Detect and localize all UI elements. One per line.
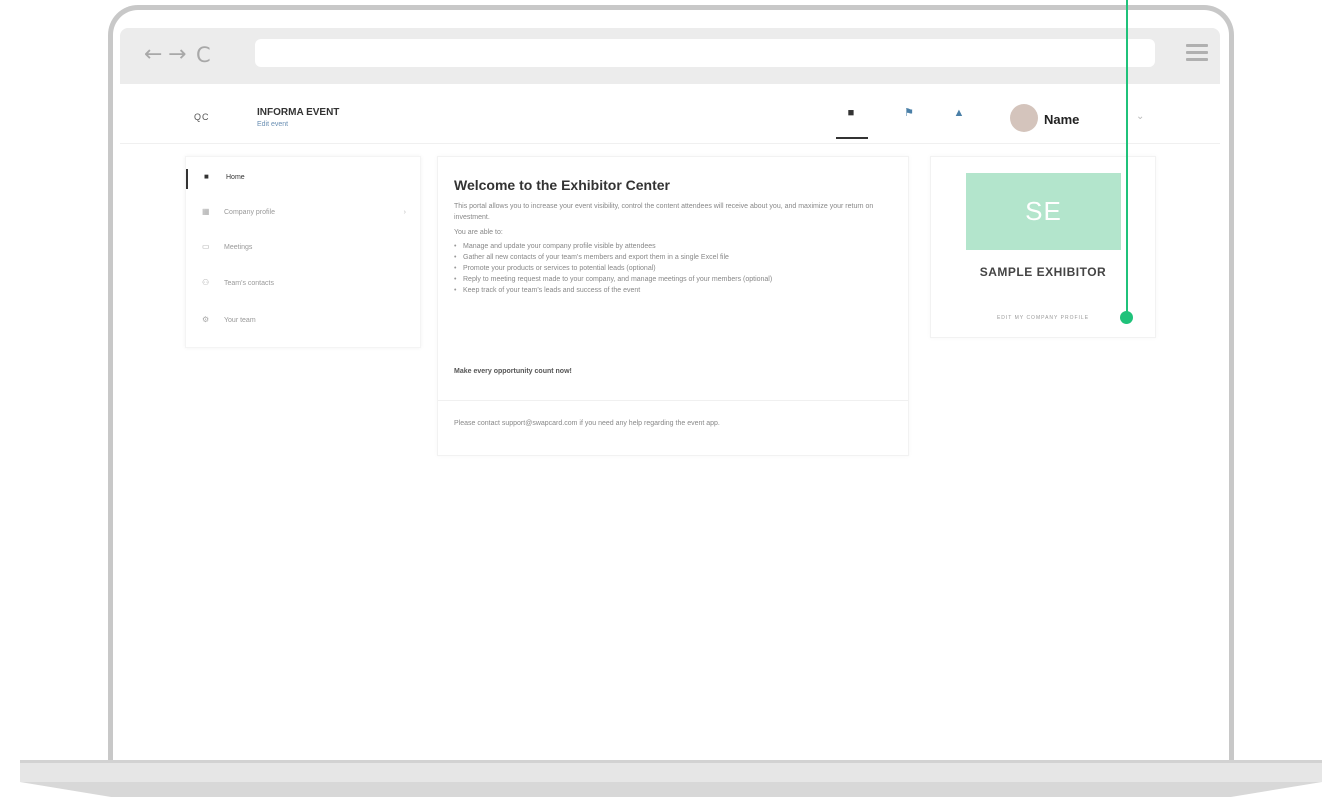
feature-list: Manage and update your company profile v… xyxy=(454,241,894,296)
sidebar-item-teams-contacts[interactable]: ⚇ Team's contacts xyxy=(186,275,420,295)
reload-icon[interactable]: C xyxy=(196,42,211,68)
sidebar-item-label: Your team xyxy=(224,317,256,324)
list-item: Promote your products or services to pot… xyxy=(454,263,894,274)
sidebar-item-meetings[interactable]: ▭ Meetings xyxy=(186,239,420,259)
address-bar[interactable] xyxy=(255,39,1155,67)
avatar[interactable] xyxy=(1010,104,1038,132)
sidebar-item-your-team[interactable]: ⚙ Your team xyxy=(186,312,420,332)
hamburger-menu-icon[interactable] xyxy=(1186,44,1208,65)
sidebar-item-label: Meetings xyxy=(224,244,253,251)
edit-event-link[interactable]: Edit event xyxy=(257,121,288,128)
sidebar-item-company-profile[interactable]: ▦ Company profile › xyxy=(186,204,420,224)
back-arrow-icon[interactable]: ← xyxy=(144,42,162,68)
list-item: Keep track of your team's leads and succ… xyxy=(454,285,894,296)
sidebar-item-label: Company profile xyxy=(224,209,275,216)
home-nav-icon[interactable]: ■ xyxy=(844,106,858,120)
gear-icon: ⚙ xyxy=(202,315,210,324)
list-item: Manage and update your company profile v… xyxy=(454,241,894,252)
event-title: INFORMA EVENT xyxy=(257,107,340,118)
annotation-pointer-dot xyxy=(1120,311,1133,324)
laptop-base-bottom xyxy=(20,782,1322,797)
app-logo[interactable]: QC xyxy=(194,112,210,122)
chat-icon: ▭ xyxy=(202,242,210,251)
call-to-action: Make every opportunity count now! xyxy=(454,368,572,375)
intro-text: This portal allows you to increase your … xyxy=(454,203,874,221)
annotation-pointer-line xyxy=(1126,0,1128,312)
forward-arrow-icon[interactable]: → xyxy=(168,42,186,68)
page-title: Welcome to the Exhibitor Center xyxy=(454,177,670,193)
sidebar-item-label: Team's contacts xyxy=(224,280,274,287)
sidebar-nav: ■ Home ▦ Company profile › ▭ Meetings ⚇ … xyxy=(185,156,421,348)
able-to-heading: You are able to: xyxy=(454,229,503,236)
divider xyxy=(438,400,908,401)
contacts-icon: ⚇ xyxy=(202,278,210,287)
bell-icon[interactable]: ▲ xyxy=(952,106,966,120)
exhibitor-name: SAMPLE EXHIBITOR xyxy=(979,265,1107,279)
app-header: QC INFORMA EVENT Edit event ■ ⚑ ▲ Name ⌄ xyxy=(120,84,1220,144)
chevron-right-icon: › xyxy=(403,209,406,216)
sidebar-item-home[interactable]: ■ Home xyxy=(186,169,420,189)
sidebar-item-label: Home xyxy=(226,174,245,181)
company-profile-card: SE SAMPLE EXHIBITOR EDIT MY COMPANY PROF… xyxy=(930,156,1156,338)
company-initials-tile: SE xyxy=(966,173,1121,250)
support-text: Please contact support@swapcard.com if y… xyxy=(454,420,720,427)
flag-nav-icon[interactable]: ⚑ xyxy=(902,106,916,120)
active-nav-indicator xyxy=(836,137,868,139)
laptop-base xyxy=(20,760,1322,782)
user-name[interactable]: Name xyxy=(1044,112,1079,127)
home-icon: ■ xyxy=(204,172,209,181)
chevron-down-icon[interactable]: ⌄ xyxy=(1136,111,1144,122)
browser-toolbar: ← → C xyxy=(120,28,1220,84)
grid-icon: ▦ xyxy=(202,207,210,216)
list-item: Reply to meeting request made to your co… xyxy=(454,274,894,285)
welcome-card: Welcome to the Exhibitor Center This por… xyxy=(437,156,909,456)
list-item: Gather all new contacts of your team's m… xyxy=(454,252,894,263)
